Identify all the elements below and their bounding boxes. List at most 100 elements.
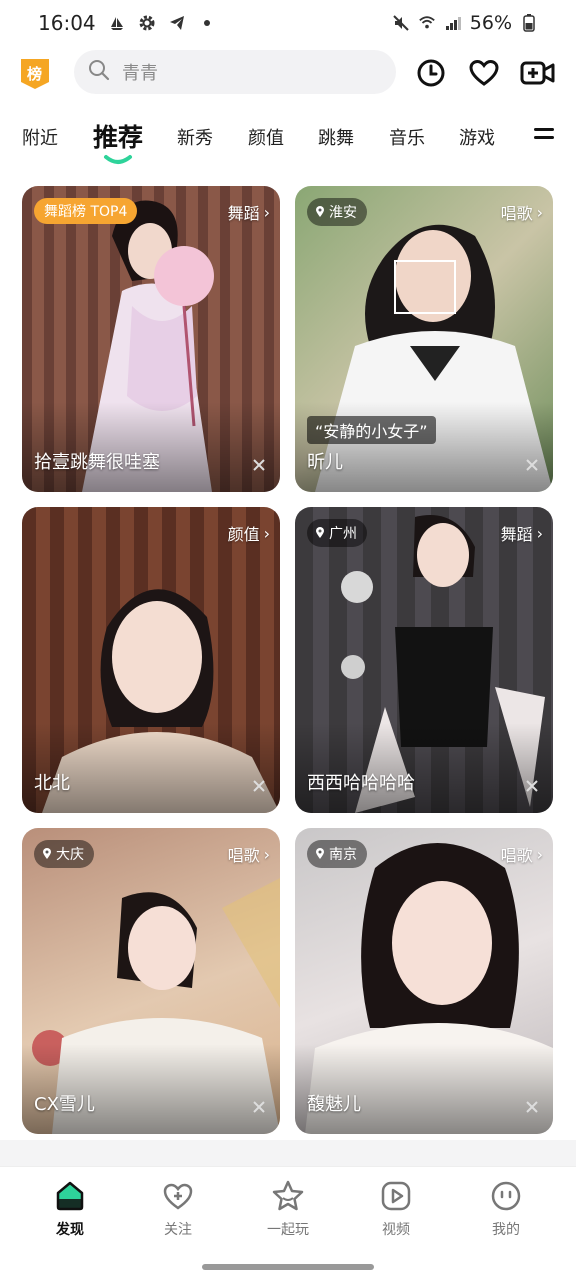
close-icon[interactable] <box>252 1100 266 1114</box>
tab-dance[interactable]: 跳舞 <box>318 124 354 150</box>
category-link[interactable]: 唱歌 › <box>501 200 543 224</box>
category-label: 舞蹈 <box>500 525 533 544</box>
category-label: 唱歌 <box>500 846 533 865</box>
mute-icon <box>392 14 410 32</box>
location-text: 大庆 <box>56 847 84 863</box>
location-text: 广州 <box>329 526 357 542</box>
location-text: 南京 <box>329 847 357 863</box>
sailboat-icon <box>108 14 126 32</box>
category-link[interactable]: 舞蹈 › <box>501 521 543 545</box>
active-tab-indicator <box>104 155 132 164</box>
star-icon <box>272 1180 304 1211</box>
header: 榜 青青 <box>0 48 576 98</box>
stream-card[interactable]: 广州 舞蹈 › 西西哈哈哈哈 <box>295 507 553 813</box>
caption-overlay: “安静的小女子” <box>307 416 436 444</box>
category-tabs: 附近 推荐 新秀 颜值 跳舞 音乐 游戏 <box>0 114 576 168</box>
location-pin-icon <box>316 848 324 859</box>
nav-discover[interactable]: 发现 <box>20 1179 120 1239</box>
nav-video[interactable]: 视频 <box>346 1179 446 1239</box>
go-live-button[interactable] <box>520 57 556 89</box>
location-text: 淮安 <box>329 205 357 221</box>
location-badge: 淮安 <box>307 198 367 226</box>
category-label: 舞蹈 <box>227 204 260 223</box>
status-right: 56% <box>392 12 538 34</box>
status-bar: 16:04 56% <box>0 0 576 46</box>
face-icon <box>491 1181 521 1211</box>
card-shade <box>22 402 280 492</box>
card-shade <box>22 723 280 813</box>
nav-me[interactable]: 我的 <box>456 1179 556 1239</box>
stream-card[interactable]: 大庆 唱歌 › CX雪儿 <box>22 828 280 1134</box>
chevron-right-icon: › <box>263 202 270 222</box>
tab-games[interactable]: 游戏 <box>459 124 495 150</box>
signal-icon <box>444 14 462 32</box>
category-link[interactable]: 舞蹈 › <box>228 200 270 224</box>
category-link[interactable]: 唱歌 › <box>228 842 270 866</box>
location-pin-icon <box>316 527 324 538</box>
menu-icon[interactable] <box>534 128 554 146</box>
streamer-name: 拾壹跳舞很哇塞 <box>34 452 160 473</box>
close-icon[interactable] <box>252 458 266 472</box>
tab-looks[interactable]: 颜值 <box>248 124 284 150</box>
clock-icon <box>417 59 445 87</box>
chevron-right-icon: › <box>263 844 270 864</box>
status-time: 16:04 <box>38 11 96 35</box>
nav-label: 发现 <box>56 1222 84 1238</box>
search-bar[interactable]: 青青 <box>74 50 396 94</box>
category-label: 唱歌 <box>227 846 260 865</box>
history-button[interactable] <box>415 57 447 89</box>
nav-label: 关注 <box>164 1222 192 1238</box>
nav-label: 一起玩 <box>267 1222 309 1238</box>
card-shade <box>22 1044 280 1134</box>
close-icon[interactable] <box>525 779 539 793</box>
nav-play-together[interactable]: 一起玩 <box>238 1179 338 1239</box>
heart-icon <box>469 59 499 86</box>
streamer-name: 西西哈哈哈哈 <box>307 773 415 794</box>
location-badge: 大庆 <box>34 840 94 868</box>
status-notification-icons <box>108 14 216 32</box>
tab-newcomers[interactable]: 新秀 <box>177 124 213 150</box>
stream-card[interactable]: 南京 唱歌 › 馥魅儿 <box>295 828 553 1134</box>
bottom-navigation: 发现 关注 一起玩 视频 我的 <box>0 1166 576 1258</box>
streamer-name: 北北 <box>34 773 70 794</box>
telegram-icon <box>168 14 186 32</box>
heart-plus-icon <box>163 1183 193 1210</box>
tab-music[interactable]: 音乐 <box>389 124 425 150</box>
location-badge: 广州 <box>307 519 367 547</box>
home-icon <box>56 1181 84 1211</box>
streamer-name: 馥魅儿 <box>307 1094 361 1115</box>
close-icon[interactable] <box>525 1100 539 1114</box>
nav-label: 我的 <box>492 1222 520 1238</box>
card-shade <box>295 1044 553 1134</box>
nav-follow[interactable]: 关注 <box>128 1179 228 1239</box>
tab-nearby[interactable]: 附近 <box>22 124 58 150</box>
ranking-logo[interactable]: 榜 <box>20 58 50 90</box>
streamer-name: 昕儿 <box>307 452 343 473</box>
search-icon <box>88 59 110 85</box>
nav-label: 视频 <box>382 1222 410 1238</box>
battery-percent: 56% <box>469 12 512 34</box>
chevron-right-icon: › <box>536 844 543 864</box>
rank-badge: 舞蹈榜 TOP4 <box>34 198 138 224</box>
stream-card[interactable]: 舞蹈榜 TOP4 舞蹈 › 拾壹跳舞很哇塞 <box>22 186 280 492</box>
category-label: 唱歌 <box>500 204 533 223</box>
tab-recommend[interactable]: 推荐 <box>93 118 143 154</box>
close-icon[interactable] <box>252 779 266 793</box>
close-icon[interactable] <box>525 458 539 472</box>
video-camera-icon <box>520 61 555 85</box>
category-link[interactable]: 颜值 › <box>228 521 270 545</box>
home-indicator[interactable] <box>202 1264 374 1270</box>
dot-icon <box>198 14 216 32</box>
card-shade <box>295 723 553 813</box>
location-pin-icon <box>316 206 324 217</box>
search-input[interactable]: 青青 <box>122 59 158 85</box>
chevron-right-icon: › <box>263 523 270 543</box>
chevron-right-icon: › <box>536 523 543 543</box>
play-icon <box>381 1181 411 1211</box>
stream-card[interactable]: 淮安 唱歌 › “安静的小女子” 昕儿 <box>295 186 553 492</box>
category-link[interactable]: 唱歌 › <box>501 842 543 866</box>
battery-icon <box>520 14 538 32</box>
favorites-button[interactable] <box>468 57 500 89</box>
stream-card[interactable]: 颜值 › 北北 <box>22 507 280 813</box>
wifi-icon <box>418 14 436 32</box>
